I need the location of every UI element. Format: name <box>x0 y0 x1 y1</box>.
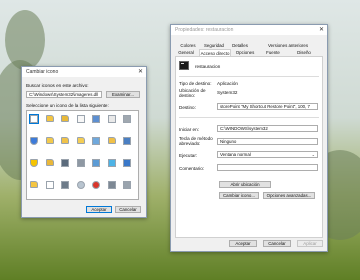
target-type-label: Tipo de destino: <box>179 81 212 86</box>
title-bar: Propiedades: restauracion ✕ <box>171 25 327 35</box>
icon-list[interactable] <box>26 110 139 200</box>
monitor-icon[interactable] <box>92 115 100 123</box>
monitor-icon[interactable] <box>123 159 131 167</box>
tab-seguridad[interactable]: Seguridad <box>201 42 227 49</box>
drive-icon[interactable] <box>76 159 85 167</box>
device-icon[interactable] <box>61 181 69 189</box>
folder-icon[interactable] <box>45 115 54 122</box>
image-icon[interactable] <box>92 137 100 145</box>
background-tree <box>5 10 45 70</box>
target-field[interactable]: storePoint "My Shortcut Restore Point", … <box>217 103 318 110</box>
divider <box>179 76 319 77</box>
target-label: Destino: <box>179 105 196 110</box>
cancel-button[interactable]: Cancelar <box>115 206 141 213</box>
comment-field[interactable] <box>217 164 318 171</box>
music-icon[interactable] <box>107 159 116 167</box>
terminal-icon-cursor <box>181 63 184 64</box>
dialog-title: Propiedades: restauracion <box>175 27 234 33</box>
folder-icon[interactable] <box>45 137 54 144</box>
target-location-label: Ubicación de destino: <box>179 88 206 98</box>
tab-opciones[interactable]: Opciones <box>233 49 257 56</box>
folder-icon[interactable] <box>61 115 69 122</box>
tab-diseno[interactable]: Diseño <box>289 49 319 56</box>
search-label: Buscar iconos en este archivo: <box>26 83 89 88</box>
tab-acceso-directo[interactable]: Acceso directo <box>199 49 231 56</box>
change-icon-dialog: Cambiar icono ✕ Buscar iconos en este ar… <box>21 66 147 218</box>
tab-versiones-anteriores[interactable]: Versiones anteriores <box>253 42 323 49</box>
error-icon[interactable] <box>92 181 100 189</box>
advanced-options-button[interactable]: Opciones avanzadas... <box>263 192 315 199</box>
ok-button[interactable]: Aceptar <box>86 206 112 213</box>
comment-label: Comentario: <box>179 166 205 171</box>
disc-icon[interactable] <box>76 181 85 189</box>
folder-icon[interactable] <box>61 137 69 144</box>
drive-icon[interactable] <box>123 181 131 189</box>
folder-icon[interactable] <box>30 181 38 188</box>
change-icon-button[interactable]: Cambiar icono... <box>219 192 259 199</box>
shortcut-name: restauracion <box>195 64 221 69</box>
blank-page-icon[interactable] <box>29 114 39 124</box>
drive-icon[interactable] <box>107 181 116 189</box>
run-select[interactable]: Ventana normal ⌄ <box>217 151 318 158</box>
title-bar: Cambiar icono ✕ <box>22 67 146 77</box>
monitor-icon[interactable] <box>123 137 131 145</box>
open-location-button[interactable]: Abrir ubicación <box>219 181 271 188</box>
target-type-value: Aplicación <box>217 81 238 86</box>
apply-button[interactable]: Aplicar <box>297 240 323 247</box>
tab-colores[interactable]: Colores <box>177 42 199 49</box>
browse-button[interactable]: Examinar... <box>106 91 140 98</box>
tab-fuente[interactable]: Fuente <box>259 49 287 56</box>
start-in-label: Iniciar en: <box>179 127 199 132</box>
tab-detalles[interactable]: Detalles <box>229 42 251 49</box>
cancel-button[interactable]: Cancelar <box>263 240 291 247</box>
ok-button[interactable]: Aceptar <box>229 240 257 247</box>
hotkey-field[interactable]: Ninguno <box>217 138 318 145</box>
icon-file-path-field[interactable]: C:\Windows\System32\imageres.dll <box>26 91 102 98</box>
close-icon[interactable]: ✕ <box>138 68 143 75</box>
hotkey-label: Tecla de método abreviado: <box>179 136 213 146</box>
select-icon-label: Seleccione un icono de la lista siguient… <box>26 103 109 108</box>
terminal-icon <box>179 61 189 70</box>
drive-icon[interactable] <box>123 115 131 123</box>
close-icon[interactable]: ✕ <box>319 26 324 33</box>
target-location-value: System32 <box>217 90 238 95</box>
document-icon[interactable] <box>45 181 54 189</box>
shield-icon[interactable] <box>30 137 38 145</box>
shield-icon[interactable] <box>30 159 38 167</box>
network-drive-icon[interactable] <box>92 159 100 167</box>
start-in-field[interactable]: C:\WINDOWS\system32 <box>217 125 318 132</box>
folder-icon[interactable] <box>107 137 116 144</box>
folder-icon[interactable] <box>45 159 54 166</box>
document-icon[interactable] <box>107 115 116 123</box>
divider <box>179 117 319 118</box>
folder-icon[interactable] <box>76 137 85 144</box>
chevron-down-icon: ⌄ <box>311 152 315 157</box>
run-label: Ejecutar: <box>179 153 198 158</box>
tab-general[interactable]: General <box>175 49 197 56</box>
document-icon[interactable] <box>76 115 85 123</box>
dialog-title: Cambiar icono <box>26 69 59 75</box>
device-icon[interactable] <box>61 159 69 167</box>
properties-dialog: Propiedades: restauracion ✕ Colores Segu… <box>170 24 328 252</box>
run-select-value: Ventana normal <box>220 152 251 157</box>
